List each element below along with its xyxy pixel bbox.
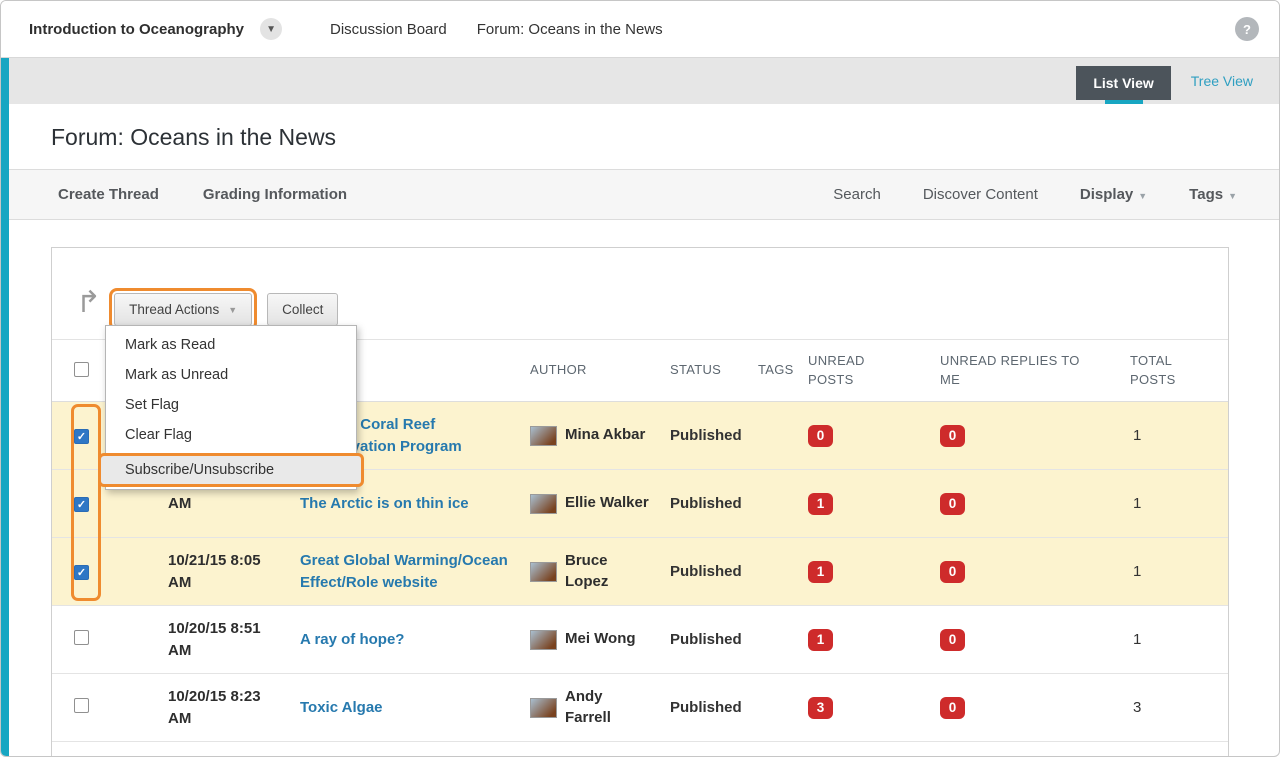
thread-date: 10/20/15 8:51 AM [168, 618, 276, 662]
unread-posts-badge[interactable]: 0 [808, 425, 833, 447]
course-title: Introduction to Oceanography [29, 21, 244, 38]
column-header-status: STATUS [670, 361, 758, 380]
help-icon[interactable]: ? [1235, 17, 1259, 41]
column-header-author: AUTHOR [530, 361, 670, 380]
top-header: Introduction to Oceanography ▼ Discussio… [1, 1, 1279, 58]
unread-posts-badge[interactable]: 1 [808, 629, 833, 651]
menu-item-clear-flag[interactable]: Clear Flag [106, 420, 356, 450]
title-section: Forum: Oceans in the News [9, 104, 1279, 169]
author-avatar [530, 630, 557, 650]
thread-actions-button[interactable]: Thread Actions▼ [114, 293, 252, 326]
author-name: Andy Farrell [565, 687, 651, 728]
author-name: Mei Wong [565, 629, 636, 649]
unread-replies-badge[interactable]: 0 [940, 697, 965, 719]
discover-content-button[interactable]: Discover Content [923, 186, 1038, 203]
total-posts-value: 1 [1130, 427, 1228, 444]
nav-forum-oceans: Forum: Oceans in the News [477, 21, 663, 38]
author-name: Ellie Walker [565, 493, 649, 513]
author-avatar [530, 698, 557, 718]
total-posts-value: 1 [1130, 495, 1228, 512]
row-checkbox[interactable] [74, 630, 89, 645]
table-row: 10/20/15 8:51 AM A ray of hope? Mei Wong… [52, 606, 1228, 674]
author-avatar [530, 426, 557, 446]
thread-link[interactable]: A ray of hope? [300, 629, 404, 651]
table-row: 10/21/15 8:05 AM Great Global Warming/Oc… [52, 538, 1228, 606]
unread-replies-badge[interactable]: 0 [940, 425, 965, 447]
total-posts-value: 1 [1130, 631, 1228, 648]
thread-date: 10/20/15 8:23 AM [168, 686, 276, 730]
menu-item-subscribe-unsubscribe[interactable]: Subscribe/Unsubscribe [98, 453, 364, 487]
nav-discussion-board[interactable]: Discussion Board [330, 21, 447, 38]
thread-actions-menu: Mark as Read Mark as Unread Set Flag Cle… [105, 325, 357, 490]
author-name: Bruce Lopez [565, 551, 651, 592]
top-breadcrumb-nav: Discussion Board Forum: Oceans in the Ne… [330, 21, 663, 38]
create-thread-button[interactable]: Create Thread [58, 186, 159, 203]
row-checkbox[interactable] [74, 565, 89, 580]
total-posts-value: 1 [1130, 563, 1228, 580]
unread-posts-badge[interactable]: 1 [808, 493, 833, 515]
thread-status: Published [670, 563, 758, 580]
thread-status: Published [670, 699, 758, 716]
tab-list-view[interactable]: List View [1076, 66, 1170, 100]
column-header-unread-posts: UNREAD POSTS [808, 352, 870, 390]
author-avatar [530, 562, 557, 582]
action-bar-right: Search Discover Content Display▼ Tags▼ [833, 186, 1237, 203]
course-menu-chevron-icon[interactable]: ▼ [260, 18, 282, 40]
column-header-total-posts: TOTAL POSTS [1130, 352, 1192, 390]
author-name: Mina Akbar [565, 425, 645, 445]
author-avatar [530, 494, 557, 514]
teal-accent-stripe [1, 58, 9, 756]
table-row: 10/20/15 8:23 AM Toxic Algae Andy Farrel… [52, 674, 1228, 742]
tags-menu-button[interactable]: Tags▼ [1189, 186, 1237, 203]
row-checkbox[interactable] [74, 698, 89, 713]
unread-posts-badge[interactable]: 3 [808, 697, 833, 719]
menu-item-mark-as-read[interactable]: Mark as Read [106, 330, 356, 360]
view-mode-bar: List View Tree View [9, 58, 1279, 104]
tab-tree-view[interactable]: Tree View [1191, 73, 1253, 89]
thread-link[interactable]: The Arctic is on thin ice [300, 493, 469, 515]
thread-link[interactable]: Toxic Algae [300, 697, 383, 719]
select-all-arrow-icon: ↱ [76, 290, 101, 316]
display-menu-button[interactable]: Display▼ [1080, 186, 1147, 203]
menu-item-set-flag[interactable]: Set Flag [106, 390, 356, 420]
action-bar-left: Create Thread Grading Information [58, 186, 347, 203]
total-posts-value: 3 [1130, 699, 1228, 716]
unread-replies-badge[interactable]: 0 [940, 629, 965, 651]
thread-date: AM [168, 493, 276, 515]
menu-item-mark-as-unread[interactable]: Mark as Unread [106, 360, 356, 390]
unread-replies-badge[interactable]: 0 [940, 493, 965, 515]
chevron-down-icon: ▼ [1138, 191, 1147, 201]
column-header-unread-replies: UNREAD REPLIES TO ME [940, 352, 1092, 390]
grading-information-button[interactable]: Grading Information [203, 186, 347, 203]
page-title: Forum: Oceans in the News [51, 124, 1279, 151]
row-checkbox[interactable] [74, 429, 89, 444]
blackboard-discussion-screen: Introduction to Oceanography ▼ Discussio… [0, 0, 1280, 757]
thread-status: Published [670, 427, 758, 444]
page-content: List View Tree View Forum: Oceans in the… [1, 58, 1279, 757]
chevron-down-icon: ▼ [1228, 191, 1237, 201]
chevron-down-icon: ▼ [228, 305, 237, 315]
unread-replies-badge[interactable]: 0 [940, 561, 965, 583]
thread-status: Published [670, 631, 758, 648]
collect-button[interactable]: Collect [267, 293, 338, 326]
thread-status: Published [670, 495, 758, 512]
thread-date: 10/21/15 8:05 AM [168, 550, 276, 594]
select-all-checkbox[interactable] [74, 362, 89, 377]
unread-posts-badge[interactable]: 1 [808, 561, 833, 583]
thread-link[interactable]: Great Global Warming/Ocean Effect/Role w… [300, 550, 515, 594]
column-header-tags: TAGS [758, 361, 808, 380]
thread-list-card: ↱ Thread Actions▼ Collect DATE THREAD AU… [51, 247, 1229, 757]
search-button[interactable]: Search [833, 186, 881, 203]
action-bar: Create Thread Grading Information Search… [9, 169, 1279, 220]
row-checkbox[interactable] [74, 497, 89, 512]
